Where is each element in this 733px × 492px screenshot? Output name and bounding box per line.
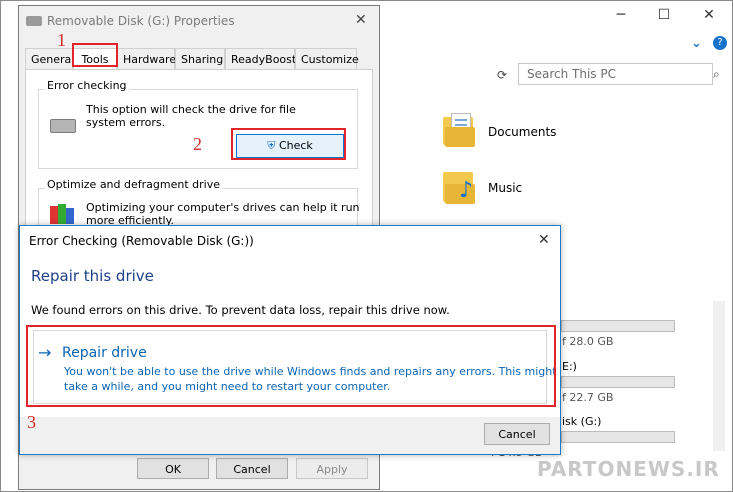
search-input[interactable]: Search This PC xyxy=(518,63,713,85)
tab-general[interactable]: General xyxy=(25,48,74,70)
tab-readyboost[interactable]: ReadyBoost xyxy=(225,48,296,70)
dialog-title: Error Checking (Removable Disk (G:)) xyxy=(29,234,254,248)
tab-customize[interactable]: Customize xyxy=(295,48,359,70)
dialog-heading: Repair this drive xyxy=(31,267,154,285)
drive-size-text: f 28.0 GB xyxy=(562,335,614,348)
dialog-footer xyxy=(20,417,560,454)
drive-usage-bar xyxy=(561,320,675,332)
error-check-description: This option will check the drive for fil… xyxy=(86,103,296,116)
annotation-box-repair xyxy=(26,325,556,407)
scrollbar[interactable] xyxy=(713,301,725,451)
close-icon[interactable]: ✕ xyxy=(699,7,719,23)
annotation-box-check xyxy=(231,128,346,160)
group-label: Optimize and defragment drive xyxy=(45,178,222,191)
drive-label[interactable]: isk (G:) xyxy=(562,415,601,428)
error-check-description: system errors. xyxy=(86,116,166,129)
help-icon[interactable]: ? xyxy=(713,36,727,50)
drive-usage-bar xyxy=(561,431,675,443)
tab-hardware[interactable]: Hardware xyxy=(117,48,176,70)
watermark: PARTONEWS.IR xyxy=(537,457,720,481)
refresh-icon[interactable]: ⟳ xyxy=(497,68,507,82)
maximize-icon[interactable]: ☐ xyxy=(654,7,674,23)
minimize-icon[interactable]: ─ xyxy=(611,7,631,23)
ok-button[interactable]: OK xyxy=(137,458,209,479)
search-icon[interactable]: ⌕ xyxy=(713,67,720,82)
cancel-button[interactable]: Cancel xyxy=(216,458,288,479)
documents-folder-icon[interactable] xyxy=(443,113,477,147)
group-label: Error checking xyxy=(45,79,129,92)
drive-size-text: f 22.7 GB xyxy=(562,391,614,404)
folder-label-documents[interactable]: Documents xyxy=(488,125,556,139)
cancel-button[interactable]: Cancel xyxy=(484,423,550,445)
drive-usage-bar xyxy=(561,376,675,388)
dialog-message: We found errors on this drive. To preven… xyxy=(31,303,450,317)
drive-icon xyxy=(26,16,42,26)
annotation-number: 1 xyxy=(57,30,66,50)
chevron-down-icon[interactable]: ⌄ xyxy=(691,36,702,51)
close-icon[interactable]: ✕ xyxy=(538,232,550,248)
drive-label[interactable]: E:) xyxy=(562,360,577,373)
close-icon[interactable]: ✕ xyxy=(355,12,367,28)
annotation-number: 2 xyxy=(193,134,202,154)
optimize-description: Optimizing your computer's drives can he… xyxy=(86,201,360,214)
dialog-title: Removable Disk (G:) Properties xyxy=(47,14,235,28)
annotation-number: 3 xyxy=(27,412,36,432)
defrag-icon xyxy=(50,202,76,226)
annotation-box-tools xyxy=(72,43,118,67)
music-folder-icon[interactable]: ♪ xyxy=(443,168,477,206)
tab-sharing[interactable]: Sharing xyxy=(175,48,225,70)
folder-label-music[interactable]: Music xyxy=(488,181,522,195)
apply-button[interactable]: Apply xyxy=(296,458,368,479)
drive-icon xyxy=(50,119,76,133)
